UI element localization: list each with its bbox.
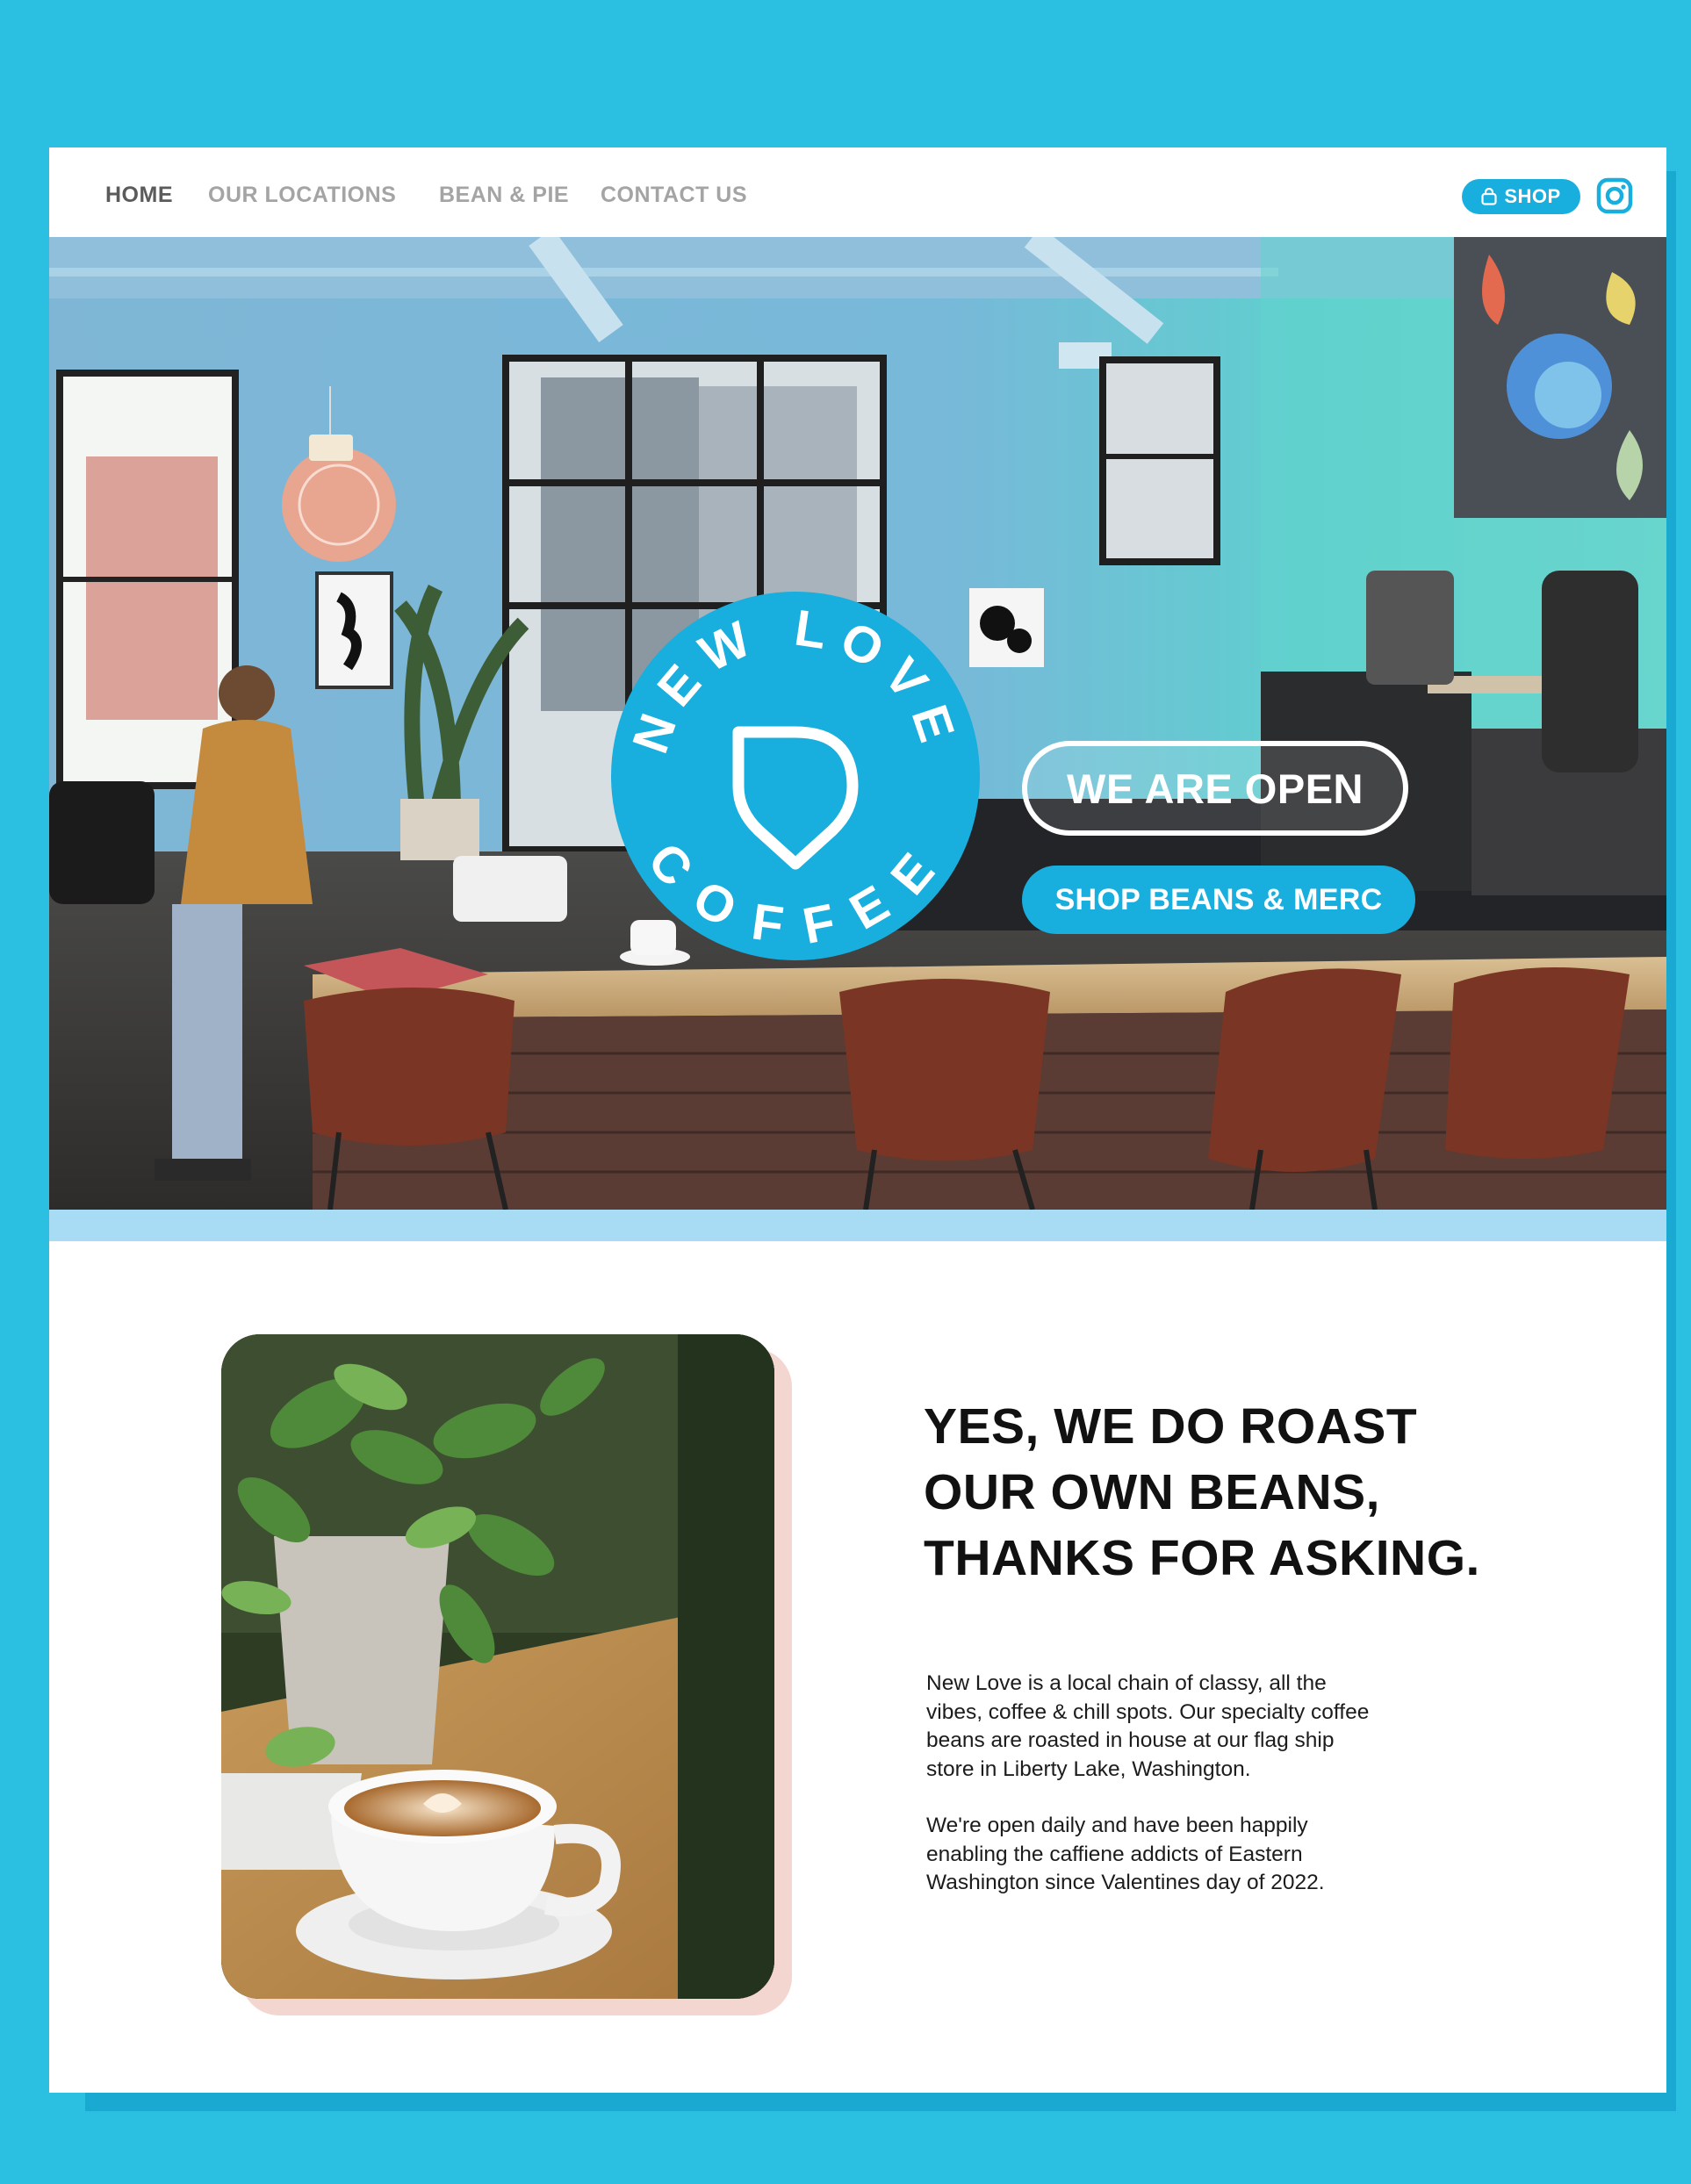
top-nav: HOME OUR LOCATIONS BEAN & PIE CONTACT US… (49, 147, 1666, 237)
hero-banner: NEW LOVE COFFEE WE ARE OPEN SHOP BEANS &… (49, 237, 1666, 1210)
about-body: New Love is a local chain of classy, all… (926, 1670, 1471, 1926)
shop-beans-and-merc-button[interactable]: SHOP BEANS & MERC (1022, 866, 1415, 934)
headline-line-1: YES, WE DO ROAST (924, 1398, 1418, 1455)
we-are-open-label: WE ARE OPEN (1066, 765, 1364, 812)
new-love-coffee-badge: NEW LOVE COFFEE (611, 592, 980, 960)
nav-bean-and-pie[interactable]: BEAN & PIE (439, 183, 569, 208)
nav-contact-us[interactable]: CONTACT US (601, 183, 747, 208)
paragraph-1-line: New Love is a local chain of classy, all… (926, 1671, 1327, 1695)
paragraph-2-line: enabling the caffiene addicts of Eastern (926, 1842, 1303, 1866)
headline-line-2: OUR OWN BEANS, (924, 1464, 1380, 1520)
shop-button-label: SHOP (1504, 185, 1561, 207)
headline-line-3: THANKS FOR ASKING. (924, 1530, 1480, 1586)
shopping-bag-icon (1481, 188, 1497, 205)
shop-beans-label: SHOP BEANS & MERC (1054, 882, 1383, 916)
about-headline: YES, WE DO ROAST OUR OWN BEANS, THANKS F… (924, 1394, 1591, 1591)
we-are-open-button[interactable]: WE ARE OPEN (1022, 741, 1408, 836)
paragraph-2-line: Washington since Valentines day of 2022. (926, 1871, 1325, 1894)
hero-bottom-strip (49, 1210, 1666, 1241)
paragraph-2-line: We're open daily and have been happily (926, 1814, 1308, 1837)
latte-plant-photo (221, 1334, 774, 1999)
shop-button[interactable]: SHOP (1462, 179, 1580, 214)
nav-our-locations[interactable]: OUR LOCATIONS (208, 183, 396, 208)
paragraph-1-line: store in Liberty Lake, Washington. (926, 1757, 1251, 1781)
instagram-icon[interactable] (1596, 177, 1633, 214)
paragraph-1-line: beans are roasted in house at our flag s… (926, 1728, 1335, 1752)
paragraph-1-line: vibes, coffee & chill spots. Our special… (926, 1699, 1370, 1724)
about-paragraph-1: New Love is a local chain of classy, all… (926, 1670, 1471, 1784)
website-page: HOME OUR LOCATIONS BEAN & PIE CONTACT US… (49, 147, 1666, 2093)
nav-home[interactable]: HOME (105, 183, 173, 208)
about-paragraph-2: We're open daily and have been happily e… (926, 1812, 1471, 1898)
